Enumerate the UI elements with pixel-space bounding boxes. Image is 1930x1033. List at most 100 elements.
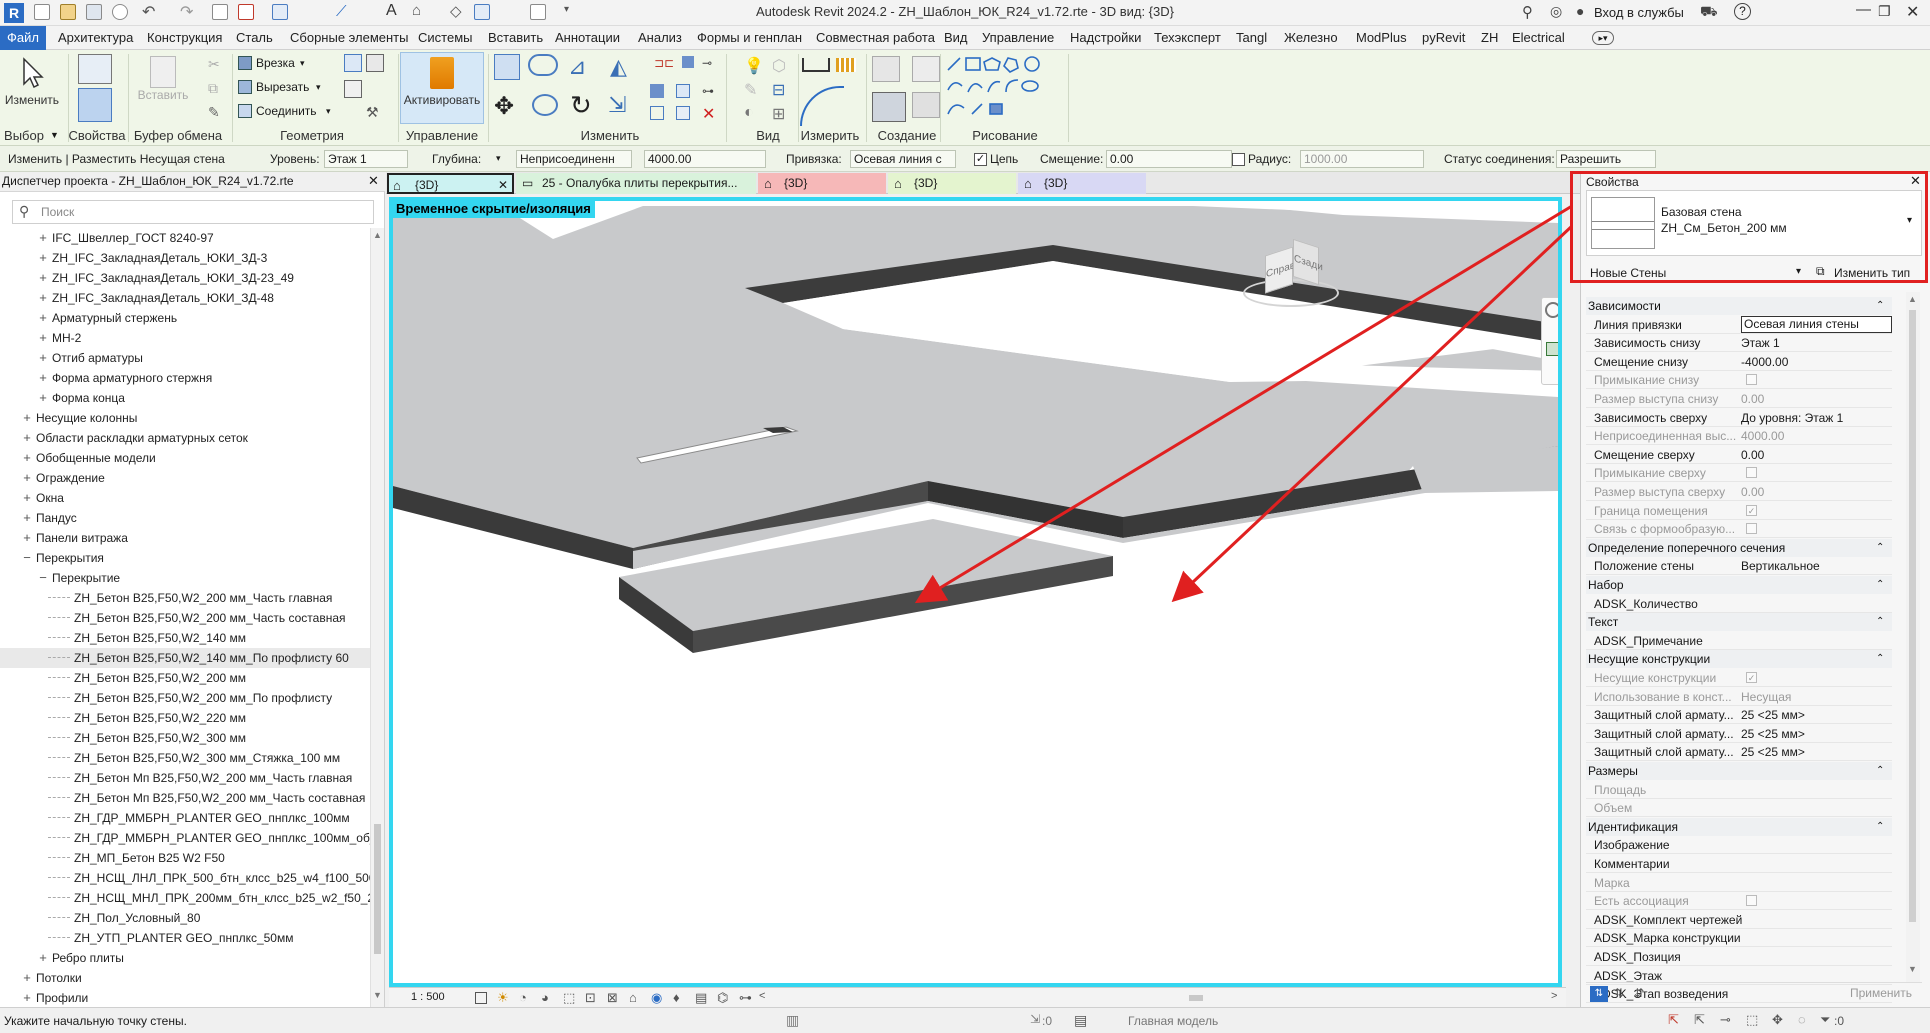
tree-item[interactable]: + Арматурный стержень [0,308,370,328]
tab-electrical[interactable]: Electrical [1508,29,1569,47]
tree-item[interactable]: + Профили [0,988,370,1007]
property-row[interactable]: Есть ассоциация [1586,892,1892,911]
property-group-header[interactable]: Зависимости ⌃ [1586,297,1892,315]
cutout-button[interactable]: Вырезать [256,80,309,94]
background-process-icon[interactable]: ◌ [1798,1012,1806,1027]
save-icon[interactable] [86,4,102,20]
tree-item[interactable]: ZH_МП_Бетон B25 W2 F50 [0,848,370,868]
sync-icon[interactable] [112,4,128,20]
property-value[interactable]: До уровня: Этаж 1 [1741,409,1892,427]
tab-steel[interactable]: Сталь [232,29,277,47]
lock-3d-icon[interactable]: ⌂ [629,990,637,1005]
signin-button[interactable]: Вход в службы [1594,5,1684,20]
text-icon[interactable]: A [386,2,397,20]
sort-icon[interactable]: ⇅ [1614,986,1624,1000]
tree-item[interactable]: + Области раскладки арматурных сеток [0,428,370,448]
browser-search-input[interactable]: ⚲ Поиск [12,200,374,224]
render-icon[interactable]: ⬚ [563,990,575,1006]
property-row[interactable]: Площадь [1586,781,1892,799]
type-selector[interactable]: Базовая стена ZH_См_Бетон_200 мм ▾ [1586,190,1922,256]
expand-icon[interactable]: + [22,468,32,488]
scale-icon[interactable] [676,84,690,98]
scroll-up-icon[interactable]: ▲ [373,230,382,240]
anchor-select[interactable]: Осевая линия с [850,150,956,168]
property-row[interactable]: Смещение снизу -4000.00 [1586,353,1892,371]
expand-icon[interactable]: + [38,228,48,248]
section-icon[interactable]: ◇ [450,2,462,20]
viewcube-back-face[interactable]: Сзади [1293,238,1323,286]
property-row[interactable]: Неприсоединенная выс... 4000.00 [1586,427,1892,446]
property-value[interactable]: 0.00 [1741,446,1892,464]
tree-item[interactable]: + ZH_IFC_ЗакладнаяДеталь_ЮКИ_ЗД-48 [0,288,370,308]
tree-item[interactable]: ZH_Бетон B25,F50,W2_140 мм [0,628,370,648]
chevron-right-icon[interactable]: > [1551,990,1557,1002]
move-icon[interactable]: ✥ [494,92,514,121]
scroll-down-icon[interactable]: ▼ [373,990,382,1000]
offset-icon[interactable] [528,54,558,76]
join-icon[interactable] [238,104,252,118]
mirror-axis-icon[interactable]: ⊿ [568,54,586,80]
expand-icon[interactable]: + [38,288,48,308]
demolish-icon[interactable]: ⚒ [366,104,379,121]
chevron-down-icon[interactable]: ▾ [326,106,331,117]
property-group-header[interactable]: Набор ⌃ [1586,576,1892,594]
measure-icon[interactable]: ⟋ [336,3,347,20]
expand-icon[interactable]: + [38,388,48,408]
unpin-icon[interactable]: ⊶ [702,84,714,98]
property-value[interactable]: 25 <25 мм> [1741,725,1892,743]
depth-input[interactable]: 4000.00 [644,150,766,168]
trim-icon[interactable]: ⇲ [608,92,626,118]
tab-pyrevit[interactable]: pyRevit [1418,29,1469,47]
expand-icon[interactable]: + [38,268,48,288]
tree-item[interactable]: + Пандус [0,508,370,528]
chevron-down-icon[interactable]: ▾ [496,153,501,164]
minimize-icon[interactable]: — [1856,1,1871,18]
customize-qat-icon[interactable]: ▾ [564,4,569,15]
tab-massing-site[interactable]: Формы и генплан [693,29,806,47]
collapse-icon[interactable]: ⌃ [1876,297,1884,315]
reveal-hidden-icon[interactable]: ♦ [673,990,680,1005]
expand-icon[interactable]: + [38,248,48,268]
properties-toggle-icon[interactable] [78,88,112,122]
redo-icon[interactable]: ↷ [180,2,193,22]
browser-scrollbar[interactable]: ▲ ▼ [370,228,384,1007]
property-row[interactable]: Защитный слой армату... 25 <25 мм> [1586,706,1892,725]
property-row[interactable]: Зависимость снизу Этаж 1 [1586,334,1892,353]
sort-desc-icon[interactable]: ⇵ [1634,986,1644,1000]
navigation-bar[interactable] [1541,297,1558,385]
tree-item[interactable]: ZH_Бетон B25,F50,W2_200 мм_По профлисту [0,688,370,708]
sun-path-icon[interactable]: ◔ [519,990,527,1005]
tab-analyze[interactable]: Анализ [634,29,686,47]
tab-annotate[interactable]: Аннотации [551,29,624,47]
radius-checkbox[interactable] [1232,153,1245,166]
scroll-down-icon[interactable]: ▼ [1908,964,1917,974]
tab-view-3d-red[interactable]: ⌂ {3D} [758,173,886,194]
tree-item[interactable]: + IFC_Швеллер_ГОСТ 8240-97 [0,228,370,248]
restore-icon[interactable]: ❐ [1878,3,1891,20]
create-parts-icon[interactable] [912,56,940,82]
worksharing-icon[interactable]: ▥ [786,1012,799,1029]
horizontal-scroll-thumb[interactable] [1189,995,1203,1001]
modify-button[interactable]: Изменить [2,54,62,110]
type-properties-icon[interactable] [78,54,112,84]
binoculars-icon[interactable]: ◎ [1550,3,1562,20]
instance-filter-select[interactable]: Новые Стены ▾ [1586,264,1812,282]
extend-icon[interactable] [676,106,690,120]
zoom-region-icon[interactable] [1546,342,1558,356]
edit-type-button[interactable]: ⧉ Изменить тип [1816,264,1922,282]
tree-item[interactable]: − Перекрытие [0,568,370,588]
create-similar-icon[interactable] [872,56,900,82]
close-icon[interactable]: ✕ [498,175,508,192]
pin-icon[interactable]: ⊸ [702,56,712,70]
property-row[interactable]: ADSK_Примечание [1586,632,1892,650]
expand-icon[interactable]: + [22,988,32,1007]
tab-manage[interactable]: Управление [978,29,1058,47]
visibility-icon[interactable]: ◐ [744,104,754,122]
close-icon[interactable]: ✕ [1906,2,1919,22]
tree-item[interactable]: + Ограждение [0,468,370,488]
depth-mode-select[interactable]: Неприсоединенн [516,150,632,168]
tab-zh[interactable]: ZH [1477,29,1502,47]
align-tool-icon[interactable] [494,54,520,80]
tree-item[interactable]: ZH_ГДР_ММБРН_PLANTER GEO_пнплкс_100мм [0,808,370,828]
3d-viewport[interactable]: Справа Сзади [389,197,1562,987]
